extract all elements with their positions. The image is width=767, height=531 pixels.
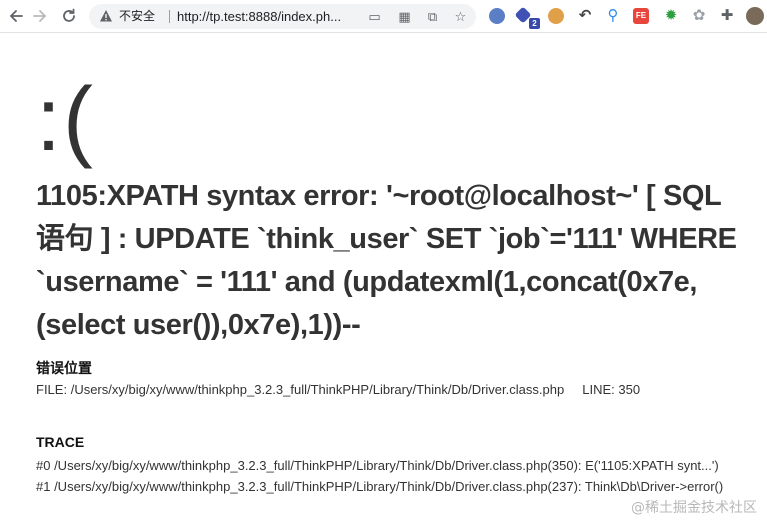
trace-list: #0 /Users/xy/big/xy/www/thinkphp_3.2.3_f… xyxy=(36,455,736,497)
extension-gear-icon[interactable]: ✹ xyxy=(663,8,679,24)
qr-code-icon[interactable]: ▦ xyxy=(397,9,412,24)
security-label[interactable]: 不安全 xyxy=(119,9,155,24)
trace-title: TRACE xyxy=(36,434,85,450)
file-path: /Users/xy/big/xy/www/thinkphp_3.2.3_full… xyxy=(70,382,565,397)
extension-fe-icon[interactable]: FE xyxy=(633,8,649,24)
extension-badge: 2 xyxy=(529,18,540,29)
watermark: @稀土掘金技术社区 xyxy=(631,500,757,516)
extension-blue-circle-icon[interactable] xyxy=(489,8,505,24)
profile-avatar[interactable] xyxy=(746,7,764,25)
error-message: 1105:XPATH syntax error: '~root@localhos… xyxy=(36,180,737,341)
reload-button[interactable] xyxy=(59,6,79,26)
error-location-detail: FILE: /Users/xy/big/xy/www/thinkphp_3.2.… xyxy=(36,379,736,400)
translate-icon[interactable]: ⧉ xyxy=(425,9,440,24)
back-button[interactable] xyxy=(6,6,26,26)
trace-line: #0 /Users/xy/big/xy/www/thinkphp_3.2.3_f… xyxy=(36,458,719,473)
reload-icon xyxy=(63,8,75,22)
error-location-title: 错误位置 xyxy=(36,360,92,376)
bookmark-star-icon[interactable]: ☆ xyxy=(453,9,468,24)
sad-face: :( xyxy=(36,70,95,170)
address-bar[interactable]: 不安全 http://tp.test:8888/index.ph... ▭ ▦ … xyxy=(89,4,476,29)
extension-cookie-icon[interactable] xyxy=(548,8,564,24)
extension-undo-icon[interactable]: ↶ xyxy=(577,8,593,24)
extension-pin-icon[interactable]: ⚲ xyxy=(605,8,621,24)
forward-button[interactable] xyxy=(30,6,50,26)
browser-toolbar: 不安全 http://tp.test:8888/index.ph... ▭ ▦ … xyxy=(0,0,767,33)
line-number: 350 xyxy=(618,382,641,397)
arrow-left-icon xyxy=(9,10,23,22)
warning-icon[interactable] xyxy=(99,9,113,23)
file-label: FILE: xyxy=(36,382,68,397)
extensions-puzzle-icon[interactable]: ✚ xyxy=(719,8,735,24)
omnibox-divider xyxy=(169,10,170,23)
url-text[interactable]: http://tp.test:8888/index.ph... xyxy=(177,9,341,24)
trace-line: #1 /Users/xy/big/xy/www/thinkphp_3.2.3_f… xyxy=(36,479,724,494)
line-label: LINE: xyxy=(582,382,615,397)
arrow-right-icon xyxy=(33,10,47,22)
cast-icon[interactable]: ▭ xyxy=(367,9,382,24)
extension-clover-icon[interactable]: ✿ xyxy=(691,8,707,24)
